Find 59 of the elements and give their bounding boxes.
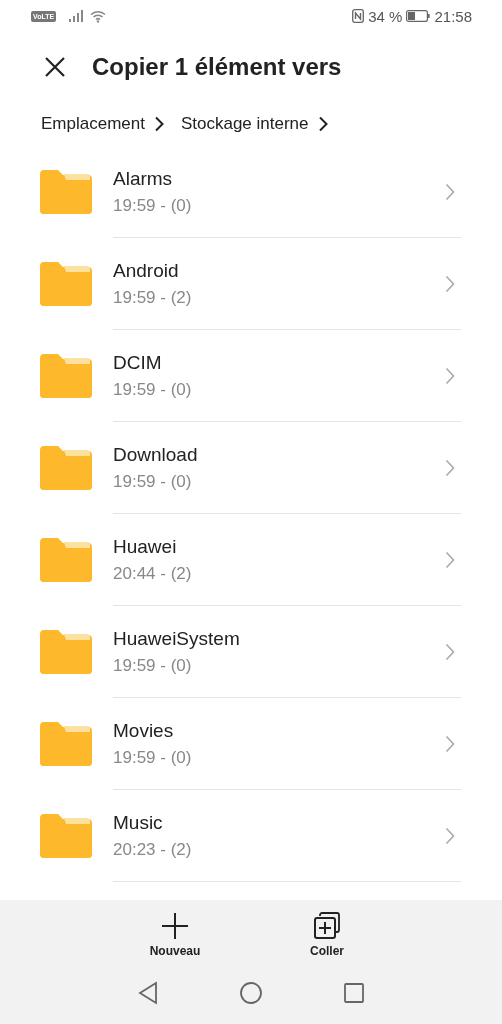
folder-icon (40, 722, 92, 766)
chevron-icon (445, 642, 455, 661)
folder-row[interactable]: Alarms 19:59 - (0) (0, 146, 502, 238)
folder-details: 19:59 - (0) (113, 655, 193, 676)
paste-icon (313, 912, 341, 940)
chevron-icon (317, 116, 328, 132)
folder-name: Download (113, 443, 198, 466)
folder-name: Alarms (113, 167, 174, 190)
chevron-icon (445, 458, 455, 477)
chevron-icon (445, 826, 455, 845)
folder-icon (40, 262, 92, 306)
folder-details: 19:59 - (0) (113, 747, 192, 768)
folder-row[interactable]: HuaweiSystem 19:59 - (0) (0, 606, 502, 698)
breadcrumb-link[interactable]: Stockage interne (180, 114, 309, 134)
folder-name: Android (113, 259, 180, 282)
chevron-icon (445, 550, 455, 569)
folder-row[interactable]: DCIM 19:59 - (0) (0, 330, 502, 422)
folder-icon (40, 354, 92, 398)
folder-row[interactable]: Android 19:59 - (2) (0, 238, 502, 330)
folder-name: Music (113, 811, 164, 834)
signal-icon (68, 10, 85, 22)
folder-details: 19:59 - (0) (113, 471, 193, 492)
folder-details: 19:59 - (0) (113, 379, 192, 400)
folder-icon (40, 170, 92, 214)
folder-details: 20:44 - (2) (113, 563, 192, 584)
folder-icon (40, 538, 92, 582)
folder-name: HuaweiSystem (113, 627, 240, 650)
home-icon[interactable] (239, 981, 263, 1005)
folder-name: DCIM (113, 351, 163, 374)
back-icon[interactable] (137, 981, 159, 1005)
chevron-icon (445, 182, 455, 201)
action-button[interactable]: Nouveau (140, 912, 210, 958)
folder-icon (40, 814, 92, 858)
chevron-icon (153, 116, 164, 132)
folder-details: 19:59 - (2) (113, 287, 192, 308)
breadcrumb-link[interactable]: Emplacement (41, 114, 145, 134)
recents-icon[interactable] (343, 982, 365, 1004)
close-button[interactable] (44, 56, 66, 78)
chevron-icon (445, 366, 455, 385)
nfc-icon (352, 9, 365, 23)
folder-details: 19:59 - (0) (113, 195, 192, 216)
folder-row[interactable]: Movies 19:59 - (0) (0, 698, 502, 790)
folder-row[interactable]: Download 19:59 - (0) (0, 422, 502, 514)
folder-row[interactable]: Music 20:23 - (2) (0, 790, 502, 882)
folder-icon (40, 630, 92, 674)
folder-row[interactable]: Huawei 20:44 - (2) (0, 514, 502, 606)
folder-details: 20:23 - (2) (113, 839, 192, 860)
battery-icon (406, 10, 431, 22)
chevron-icon (445, 734, 455, 753)
plus-icon (161, 912, 189, 940)
clock: 21:58 (434, 7, 472, 25)
wifi-icon (90, 9, 107, 23)
folder-name: Huawei (113, 535, 178, 558)
folder-icon (40, 446, 92, 490)
dialog-title: Copier 1 élément vers (92, 53, 342, 81)
action-button[interactable]: Coller (292, 912, 362, 958)
folder-name: Movies (113, 719, 175, 742)
chevron-icon (445, 274, 455, 293)
battery-percent: 34 % (368, 7, 403, 25)
